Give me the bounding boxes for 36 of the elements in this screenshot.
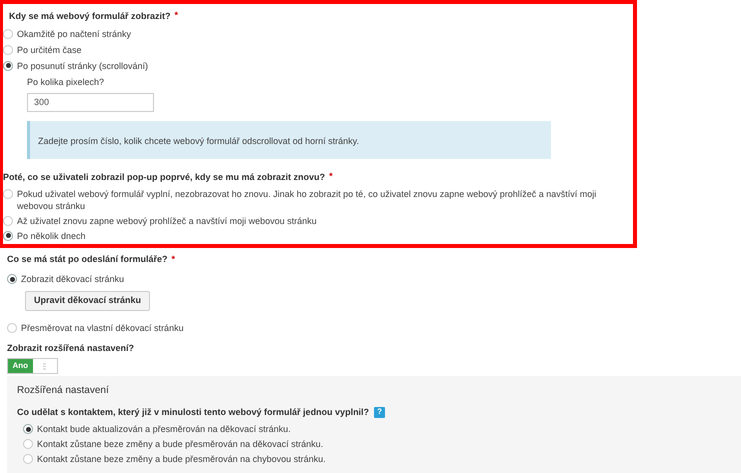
radio-button[interactable] (3, 60, 13, 70)
option-label: Přesměrovat na vlastní děkovací stránku (21, 322, 184, 334)
option-label: Po několik dnech (17, 230, 86, 242)
radio-button[interactable] (3, 230, 13, 240)
option-label: Zobrazit děkovací stránku (21, 273, 124, 285)
panel-title: Rozšířená nastavení (17, 384, 110, 397)
option-label: Po určitém čase (17, 44, 82, 56)
required-mark: * (174, 9, 178, 22)
radio-button[interactable] (3, 216, 13, 226)
option-label: Po posunutí stránky (scrollování) (17, 60, 148, 72)
question-label: Co udělat s kontaktem, který již v minulosti tento webový formulář jednou vyplnil? (17, 406, 370, 418)
option-label: Okamžitě po načtení stránky (17, 28, 132, 40)
pixels-input[interactable]: 300 (27, 92, 154, 112)
question-label: Co se má stát po odeslání formuláře? (7, 253, 168, 266)
radio-button[interactable] (3, 28, 13, 38)
edit-thank-you-button[interactable]: Upravit děkovací stránku (25, 291, 150, 311)
field-label: Po kolika pixelech? (27, 76, 106, 88)
radio-button[interactable] (3, 44, 13, 54)
option-label: Kontakt bude aktualizován a přesměrován na děkovací stránku. (37, 423, 291, 435)
required-mark: * (329, 170, 333, 183)
radio-button[interactable] (23, 454, 33, 464)
info-text: Zadejte prosím číslo, kolik chcete webový formulář odscrollovat od horní stránky. (38, 136, 359, 146)
option-label: Kontakt zůstane beze změny a bude přesměrován na chybovou stránku. (37, 453, 326, 465)
radio-button[interactable] (23, 424, 33, 434)
question-label: Kdy se má webový formulář zobrazit? (9, 10, 171, 22)
required-mark: * (172, 252, 176, 266)
radio-button[interactable] (7, 274, 17, 284)
radio-button[interactable] (7, 323, 17, 333)
option-label: Pokud uživatel webový formulář vyplní, nezobrazovat ho znovu. Jinak ho zobrazit po té, co uživatel znovu zapne webový prohlížeč a navštíví moji webovou stránku (17, 188, 598, 212)
radio-button[interactable] (23, 439, 33, 449)
option-label: Kontakt zůstane beze změny a bude přesměrován na děkovací stránku. (37, 438, 324, 450)
toggle-label: Zobrazit rozšířená nastavení? (7, 342, 136, 354)
toggle-on-label: Ano (8, 359, 32, 373)
option-label: Až uživatel znovu zapne webový prohlížeč a navštíví moji webovou stránku (17, 214, 317, 226)
radio-button[interactable] (3, 188, 13, 198)
question-label: Poté, co se uživateli zobrazil pop-up poprvé, kdy se mu má zobrazit znovu? (3, 170, 326, 183)
